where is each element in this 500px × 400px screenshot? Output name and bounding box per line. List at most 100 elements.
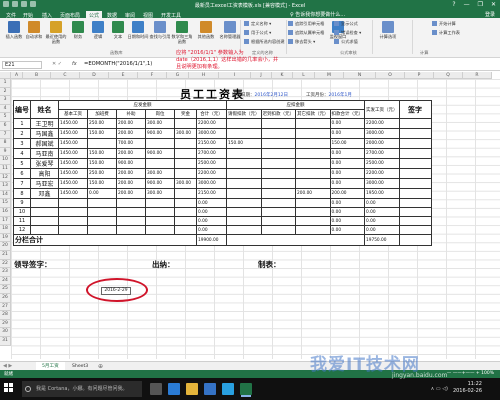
- row-header[interactable]: 20: [0, 242, 11, 251]
- cell-ded-total[interactable]: 0.00: [329, 168, 365, 179]
- cell-subsidy[interactable]: 200.00: [116, 128, 146, 139]
- cell-leave[interactable]: [226, 168, 262, 179]
- zoom-slider[interactable]: — ——+—— + 100%: [447, 371, 494, 376]
- cell-ded-total[interactable]: 0.00: [329, 158, 365, 169]
- row-header[interactable]: 30: [0, 328, 11, 337]
- login-link[interactable]: 登录: [485, 11, 495, 18]
- cell-base[interactable]: 1450.00: [58, 118, 88, 129]
- column-header[interactable]: P: [405, 72, 434, 79]
- cell-actual[interactable]: 3000.00: [364, 128, 400, 139]
- row-header[interactable]: 16: [0, 208, 11, 217]
- cell-late[interactable]: [260, 178, 296, 189]
- cell-position[interactable]: [145, 198, 175, 208]
- row-header[interactable]: 10: [0, 156, 11, 165]
- cell-base[interactable]: [58, 207, 88, 217]
- cell-actual[interactable]: 0.00: [364, 207, 400, 217]
- column-header[interactable]: C: [51, 72, 80, 79]
- cell-base[interactable]: 1450.00: [58, 138, 88, 149]
- cell-late[interactable]: [260, 216, 296, 226]
- cell-subsidy[interactable]: 900.00: [116, 158, 146, 169]
- employee-name[interactable]: 王卫明: [30, 118, 59, 129]
- menu-tab[interactable]: 开发工具: [158, 11, 184, 19]
- employee-name[interactable]: [30, 207, 59, 217]
- cell-base[interactable]: [58, 216, 88, 226]
- tell-me-box[interactable]: ♀ 告诉我你想要做什么…: [290, 11, 345, 18]
- cell-subsidy[interactable]: 200.00: [116, 188, 146, 199]
- cell-bonus[interactable]: 300.00: [174, 178, 197, 189]
- column-header[interactable]: B: [23, 72, 51, 79]
- error-check-button[interactable]: 错误检查 ▾: [334, 30, 361, 36]
- sigma-button[interactable]: 自动求和: [22, 20, 46, 39]
- column-header[interactable]: F: [138, 72, 167, 79]
- menu-tab[interactable]: 插入: [39, 11, 55, 19]
- cell-subsidy[interactable]: 700.00: [116, 138, 146, 149]
- cell-sign[interactable]: [398, 128, 432, 139]
- cell-other[interactable]: [295, 216, 331, 226]
- cell-actual[interactable]: 0.00: [364, 216, 400, 226]
- cell-total[interactable]: 2150.00: [196, 188, 227, 199]
- cell-late[interactable]: [260, 188, 296, 199]
- cell-overtime[interactable]: [87, 138, 117, 149]
- employee-no[interactable]: 12: [13, 225, 31, 235]
- cell-leave[interactable]: [226, 207, 262, 217]
- row-header[interactable]: 8: [0, 139, 11, 148]
- column-header[interactable]: R: [463, 72, 492, 79]
- employee-name[interactable]: 马国鑫: [30, 128, 59, 139]
- employee-no[interactable]: 7: [13, 178, 31, 189]
- row-header[interactable]: 17: [0, 216, 11, 226]
- explorer-icon[interactable]: [186, 383, 198, 395]
- column-header[interactable]: I: [219, 72, 251, 79]
- row-header[interactable]: 28: [0, 311, 11, 320]
- cell-overtime[interactable]: [87, 207, 117, 217]
- employee-name[interactable]: 高阳: [30, 168, 59, 179]
- column-header[interactable]: O: [376, 72, 405, 79]
- cell-position[interactable]: [145, 138, 175, 149]
- cell-subsidy[interactable]: [116, 198, 146, 208]
- calc-sheet-button[interactable]: 计算工作表: [432, 30, 460, 36]
- cell-bonus[interactable]: [174, 216, 197, 226]
- edge-icon[interactable]: [168, 383, 180, 395]
- row-header[interactable]: 24: [0, 276, 11, 286]
- cell-ded-total[interactable]: 0.00: [329, 118, 365, 129]
- formula-input[interactable]: =EOMONTH("2016/1/1",1): [84, 61, 152, 67]
- row-header[interactable]: 18: [0, 225, 11, 234]
- row-header[interactable]: 21: [0, 251, 11, 260]
- cell-other[interactable]: [295, 128, 331, 139]
- row-header[interactable]: 25: [0, 285, 11, 294]
- cell-bonus[interactable]: [174, 148, 197, 159]
- cell-position[interactable]: 300.00: [145, 188, 175, 199]
- trace-dependents-button[interactable]: 追踪从属单元格: [288, 30, 324, 36]
- column-header[interactable]: M: [315, 72, 344, 79]
- cell-ded-total[interactable]: 0.00: [329, 128, 365, 139]
- create-selection-button[interactable]: 根据所选内容创建: [244, 39, 285, 45]
- cell-overtime[interactable]: [87, 198, 117, 208]
- grand-total[interactable]: 19900.00: [196, 234, 227, 246]
- cell-base[interactable]: [58, 225, 88, 235]
- cell-late[interactable]: [260, 118, 296, 129]
- cell-sign[interactable]: [398, 178, 432, 189]
- cell-actual[interactable]: 0.00: [364, 198, 400, 208]
- column-header[interactable]: Q: [434, 72, 463, 79]
- cell-late[interactable]: [260, 158, 296, 169]
- cell-late[interactable]: [260, 207, 296, 217]
- cell-actual[interactable]: 1950.00: [364, 188, 400, 199]
- row-header[interactable]: 11: [0, 165, 11, 174]
- cell-actual[interactable]: 2200.00: [364, 168, 400, 179]
- tag-button[interactable]: 名称管理器: [218, 20, 242, 39]
- row-header[interactable]: 26: [0, 294, 11, 303]
- employee-name[interactable]: 邓鑫: [30, 188, 59, 199]
- close-button[interactable]: ✕: [491, 1, 496, 8]
- cell-overtime[interactable]: 150.00: [87, 158, 117, 169]
- excel-icon[interactable]: [240, 383, 252, 395]
- cell-late[interactable]: [260, 198, 296, 208]
- menu-tab[interactable]: 开始: [20, 11, 36, 19]
- show-formula-button[interactable]: 显示公式: [334, 21, 358, 27]
- cell-subsidy[interactable]: 200.00: [116, 168, 146, 179]
- cell-ded-total[interactable]: 0.00: [329, 198, 365, 208]
- cell-other[interactable]: [295, 138, 331, 149]
- cell-overtime[interactable]: [87, 225, 117, 235]
- employee-no[interactable]: 2: [13, 128, 31, 139]
- employee-no[interactable]: 6: [13, 168, 31, 179]
- cell-position[interactable]: 900.00: [145, 128, 175, 139]
- trace-precedents-button[interactable]: 追踪引用单元格: [288, 21, 324, 27]
